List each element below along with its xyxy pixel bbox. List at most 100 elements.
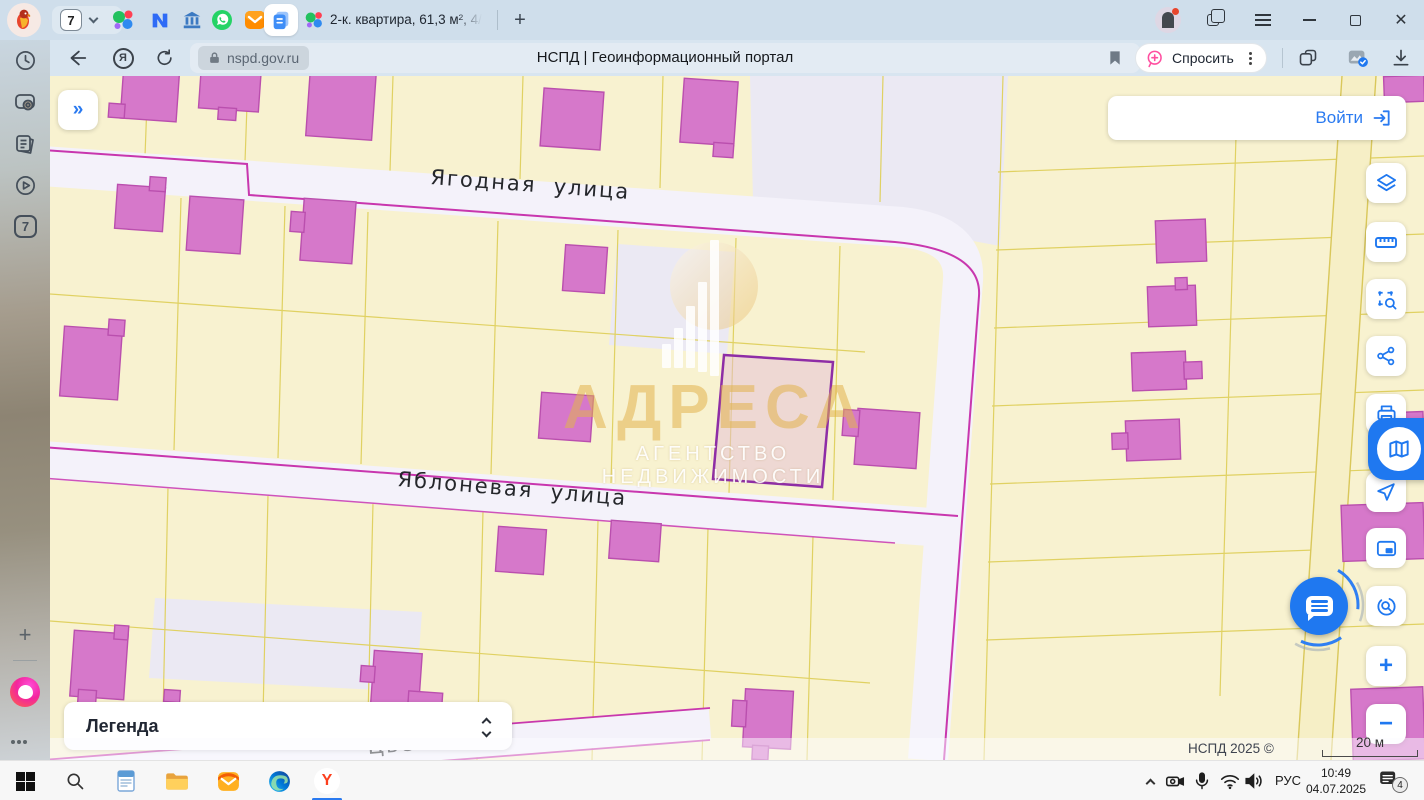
area-search-icon [1375,288,1398,311]
expand-panel-button[interactable]: » [58,90,98,130]
screenshot-button[interactable] [13,90,37,114]
taskbar-edge[interactable] [266,768,292,794]
sidebar-tab-counter[interactable]: 7 [14,215,37,238]
ask-ai-button[interactable]: Спросить [1135,43,1267,73]
chevron-up-icon [1145,778,1155,788]
bookmark-button[interactable] [1100,44,1130,72]
refresh-icon [155,48,175,68]
restore-button[interactable] [1332,0,1378,40]
download-icon [1391,48,1411,68]
ruler-icon [1374,230,1398,254]
yandex-home-button[interactable]: Я [108,44,138,72]
edge-icon [267,769,292,794]
history-button[interactable] [13,48,37,72]
tray-camera[interactable] [1163,770,1187,792]
tray-volume[interactable] [1242,770,1266,792]
taskbar-mail[interactable] [215,768,241,794]
browser-toolbar: Я nspd.gov.ru НСПД | Геоинформационный п… [50,40,1424,76]
blue-n-icon [149,9,171,31]
mini-map-button[interactable] [1366,528,1406,568]
minimize-icon [1303,19,1316,21]
tab-divider [497,10,498,30]
copyright: НСПД 2025 © [1188,741,1274,756]
chat-button[interactable] [1290,577,1348,635]
share-icon [1375,345,1397,367]
legend-collapse-icon[interactable] [483,716,490,736]
page-title: НСПД | Геоинформационный портал [190,49,1140,66]
map-area: Ягодная улица Яблоневая улица Цвето АДРЕ… [50,76,1424,760]
screenshot-icon [13,90,37,114]
tray-microphone[interactable] [1190,770,1214,792]
play-icon [14,174,37,197]
sidebar-more-icon[interactable] [17,740,21,744]
taskbar-search-button[interactable] [62,768,88,794]
browser-tabbar: 7 [0,0,1424,40]
ai-sparkle-icon [1146,49,1165,68]
map-attribution-strip: НСПД 2025 © 20 м [50,738,1424,760]
clock[interactable]: 10:49 04.07.2025 [1305,765,1367,797]
windows-icon [16,772,35,791]
refresh-button[interactable] [150,44,180,72]
tray-wifi[interactable] [1218,770,1242,792]
docs-icon [270,9,292,31]
screenshot-check-button[interactable] [1343,44,1373,72]
pinned-tab-bank[interactable] [180,8,204,32]
layers-button[interactable] [1366,163,1406,203]
back-button[interactable] [62,44,92,72]
measure-button[interactable] [1366,222,1406,262]
language-indicator[interactable]: РУС [1266,773,1310,788]
user-avatar[interactable] [1155,7,1181,33]
downloads-button[interactable] [1386,44,1416,72]
taskbar-yandex-browser[interactable]: Y [314,768,340,794]
back-arrow-icon [66,47,88,69]
minimize-button[interactable] [1286,0,1332,40]
tab-title[interactable]: 2-к. квартира, 61,3 м², 4/1 [330,12,482,30]
taskbar-explorer[interactable] [164,768,190,794]
pinned-tab-blue-logo[interactable] [148,8,172,32]
yandex-mail-icon [216,769,241,794]
map-search-button[interactable] [1366,586,1406,626]
folder-icon [164,768,190,794]
sidebar-add-button[interactable]: + [12,622,38,648]
mini-map-icon [1375,537,1398,560]
pinned-tab-whatsapp[interactable] [210,8,234,32]
browser-profile-avatar[interactable] [7,3,41,37]
news-button[interactable] [13,132,37,156]
login-panel[interactable]: Войти [1108,96,1406,140]
objects-flyout-circle [1377,427,1421,471]
avito-icon [111,8,135,32]
toolbar-divider [1282,48,1283,68]
browser-menu-button[interactable] [1240,0,1286,40]
scale-bar [1322,750,1418,757]
menu-icon [1255,19,1271,21]
tab-groups-button[interactable] [1190,0,1236,40]
folded-map-icon [1386,436,1412,462]
search-circle-icon [1375,595,1398,618]
kebab-icon[interactable] [1249,57,1252,60]
alice-button[interactable] [10,677,40,707]
image-check-icon [1347,47,1369,69]
side-panel-button[interactable] [1293,44,1323,72]
chevron-down-icon [89,14,99,24]
zoom-in-button[interactable]: + [1366,646,1406,686]
notification-center-button[interactable]: 4 [1378,769,1404,791]
selected-parcel[interactable] [713,355,833,487]
new-tab-button[interactable]: + [506,6,534,34]
tab-favicon-avito[interactable] [302,8,326,32]
start-button[interactable] [12,768,38,794]
tray-expand-button[interactable] [1138,770,1162,792]
objects-flyout-tab[interactable] [1368,418,1424,480]
active-pinned-tab-nspd[interactable] [264,4,298,36]
video-button[interactable] [13,173,37,197]
close-button[interactable]: ✕ [1378,0,1424,40]
taskbar-app-1c[interactable] [113,768,139,794]
clock-time: 10:49 [1305,765,1367,781]
sidebar-divider [13,660,37,661]
pinned-tab-avito[interactable] [111,8,135,32]
area-search-button[interactable] [1366,279,1406,319]
share-button[interactable] [1366,336,1406,376]
tab-count-badge: 7 [60,9,82,31]
address-bar[interactable]: nspd.gov.ru НСПД | Геоинформационный пор… [190,43,1140,73]
taskbar: Y РУС [0,760,1424,800]
map-canvas[interactable]: Ягодная улица Яблоневая улица Цвето [50,76,1424,760]
